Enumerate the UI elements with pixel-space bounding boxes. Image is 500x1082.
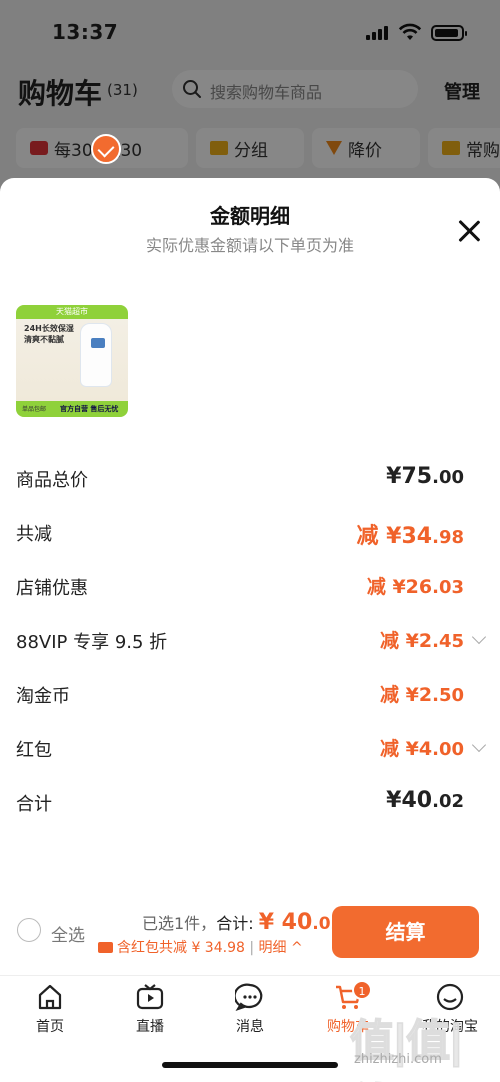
row-total-discount: 共减 减 ¥34.98	[16, 518, 484, 549]
product-bottle-image	[80, 323, 112, 387]
row-label: 店铺优惠	[16, 578, 88, 599]
row-label: 淘金币	[16, 686, 70, 707]
row-label: 88VIP 专享 9.5 折	[16, 632, 168, 653]
thumbnail-footer-text: 官方自营 售后无忧	[60, 405, 119, 413]
row-value: 减 ¥34.98	[356, 524, 464, 549]
discount-detail-text: 含红包共减 ¥ 34.98	[117, 940, 245, 956]
row-taojinbi: 淘金币 减 ¥2.50	[16, 680, 484, 710]
tab-live[interactable]: 直播	[110, 982, 190, 1036]
discount-detail-line[interactable]: 含红包共减 ¥ 34.98 | 明细 ^	[98, 937, 303, 957]
thumbnail-banner-text: 天猫超市	[56, 307, 88, 316]
tab-label: 消息	[236, 1019, 264, 1035]
home-indicator	[162, 1062, 338, 1068]
row-value: 减 ¥2.50	[380, 684, 464, 706]
sheet-title: 金额明细	[210, 204, 290, 228]
tab-home[interactable]: 首页	[10, 982, 90, 1036]
checkout-button[interactable]: 结算	[332, 906, 479, 958]
tab-label: 直播	[136, 1019, 164, 1035]
watermark-url: zhizhizhi.com	[354, 1052, 442, 1067]
chevron-down-icon[interactable]	[471, 629, 487, 645]
row-label: 共减	[16, 524, 52, 545]
total-amount: ¥ 40.02	[258, 910, 343, 935]
product-thumbnail[interactable]: 天猫超市 24H长效保湿 清爽不黏腻 官方自营 售后无忧 单品包邮	[16, 305, 128, 417]
separator: |	[249, 940, 255, 956]
row-store-discount: 店铺优惠 减 ¥26.03	[16, 572, 484, 602]
row-grand-total: 合计 ¥40.02	[16, 788, 484, 818]
thumbnail-headline-line1: 24H长效保湿	[24, 324, 74, 333]
cart-badge: 1	[352, 980, 372, 1000]
watermark: 值|值|值	[349, 1015, 465, 1082]
select-all-label[interactable]: 全选	[51, 921, 85, 946]
select-all-radio[interactable]	[17, 918, 41, 942]
row-label: 红包	[16, 740, 52, 761]
row-label: 商品总价	[16, 470, 88, 491]
selected-count: 已选1件，	[142, 914, 217, 933]
ticket-icon	[98, 942, 113, 953]
row-value: 减 ¥2.45	[380, 630, 464, 652]
free-shipping-tag: 单品包邮	[20, 404, 49, 413]
row-value: 减 ¥26.03	[366, 576, 464, 598]
row-subtotal: 商品总价 ¥75.00	[16, 464, 484, 494]
row-label: 合计	[16, 794, 52, 815]
sheet-subtitle: 实际优惠金额请以下单页为准	[145, 236, 354, 255]
row-88vip[interactable]: 88VIP 专享 9.5 折 减 ¥2.45	[16, 626, 487, 656]
detail-toggle[interactable]: 明细 ^	[259, 940, 303, 956]
tab-label: 首页	[36, 1019, 64, 1035]
selected-check-icon[interactable]	[91, 134, 121, 164]
row-value: 减 ¥4.00	[380, 738, 464, 760]
row-value: ¥75.00	[386, 464, 464, 489]
tab-messages[interactable]: 消息	[210, 982, 290, 1036]
row-value: ¥40.02	[386, 788, 464, 813]
cart-page-background: 13:37 购物车 (31) 搜索购物车商品 管理 每300减30 分组 降价 …	[0, 0, 500, 200]
thumbnail-headline: 24H长效保湿 清爽不黏腻	[24, 323, 74, 345]
chevron-down-icon[interactable]	[471, 737, 487, 753]
chat-icon	[235, 983, 263, 1011]
selected-summary: 已选1件，合计: ¥ 40.02	[142, 910, 342, 935]
home-icon	[38, 984, 62, 1010]
row-red-packet[interactable]: 红包 减 ¥4.00	[16, 734, 487, 764]
thumbnail-headline-line2: 清爽不黏腻	[24, 335, 64, 344]
total-label: 合计:	[216, 914, 254, 933]
modal-overlay[interactable]	[0, 0, 500, 200]
close-icon[interactable]	[456, 218, 482, 244]
live-icon	[136, 984, 164, 1010]
thumbnail-banner: 天猫超市	[16, 305, 128, 319]
